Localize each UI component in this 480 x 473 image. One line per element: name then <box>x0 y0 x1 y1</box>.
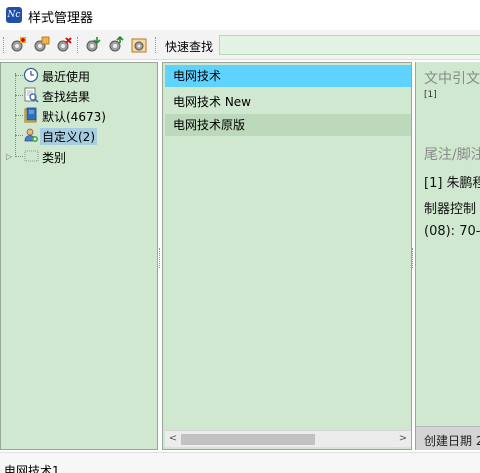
tree-item-recent[interactable]: 最近使用 <box>1 65 157 85</box>
clock-icon <box>23 67 39 83</box>
expand-arrow-icon[interactable]: ▷ <box>6 152 12 161</box>
toolbar: 快速查找 <box>0 30 480 60</box>
quick-search-input[interactable] <box>219 35 480 55</box>
delete-style-icon[interactable] <box>55 36 73 54</box>
horizontal-scrollbar[interactable]: < > <box>165 430 411 447</box>
created-date-text: 创建日期 <box>424 434 473 448</box>
new-style-icon[interactable] <box>9 36 27 54</box>
style-list-item[interactable]: 电网技术 New <box>165 91 411 113</box>
footnote-sample-line: 制器控制 <box>424 202 477 217</box>
tree-item-search-results[interactable]: 查找结果 <box>1 85 157 105</box>
tree-branch-line <box>15 95 23 96</box>
style-list-item[interactable]: 电网技术原版 <box>165 114 411 136</box>
tree-item-custom[interactable]: 自定义(2) <box>1 125 157 145</box>
status-bar: 电网技术1 <box>0 452 480 473</box>
quick-search-label: 快速查找 <box>165 40 214 54</box>
footnote-sample-line: [1] 朱鹏程 <box>424 176 480 191</box>
style-list-item[interactable]: 电网技术 <box>165 65 411 87</box>
in-text-citation-heading: 文中引文 <box>424 71 480 87</box>
tree-branch-line <box>15 135 23 136</box>
created-date-label: 创建日期 2 <box>424 432 480 449</box>
toolbar-separator <box>155 37 157 53</box>
tree-item-label: 默认(4673) <box>42 110 106 124</box>
tree-item-default[interactable]: 默认(4673) <box>1 105 157 125</box>
edit-style-icon[interactable] <box>32 36 50 54</box>
created-date-value: 2 <box>476 434 480 448</box>
user-folder-icon <box>23 127 39 143</box>
style-preview-pane: 文中引文 [1] 尾注/脚注 [1] 朱鹏程 制器控制 (08): 70- 创建… <box>415 62 480 450</box>
tree-branch-line <box>15 156 23 157</box>
note-express-icon: Nc <box>6 7 22 23</box>
style-category-tree: 最近使用 查找结果 默认(4673) 自定义(2) ▷ 类别 <box>0 62 158 450</box>
tree-branch-line <box>15 115 23 116</box>
style-settings-icon[interactable] <box>130 36 148 54</box>
export-style-icon[interactable] <box>107 36 125 54</box>
preview-footer: 创建日期 2 <box>416 426 480 450</box>
scroll-left-arrow-icon[interactable]: < <box>167 433 179 445</box>
status-text: 电网技术1 <box>4 464 60 473</box>
tree-item-label: 查找结果 <box>42 90 91 104</box>
tree-item-label: 最近使用 <box>42 70 91 84</box>
tree-item-category[interactable]: ▷ 类别 <box>1 146 157 166</box>
search-document-icon <box>23 87 39 103</box>
toolbar-grip[interactable] <box>3 37 5 53</box>
title-bar: Nc 样式管理器 <box>0 0 480 30</box>
scroll-right-arrow-icon[interactable]: > <box>397 433 409 445</box>
scrollbar-thumb[interactable] <box>181 434 315 445</box>
style-list: 电网技术 电网技术 New 电网技术原版 < > <box>162 62 412 450</box>
tree-branch-line <box>15 75 23 76</box>
footnote-heading: 尾注/脚注 <box>424 147 480 163</box>
in-text-citation-sample: [1] <box>424 90 437 100</box>
footnote-sample-line: (08): 70- <box>424 224 480 239</box>
window-title: 样式管理器 <box>28 11 94 26</box>
tree-item-label: 类别 <box>42 151 67 165</box>
import-style-icon[interactable] <box>84 36 102 54</box>
toolbar-separator <box>77 37 79 53</box>
category-icon <box>23 148 39 164</box>
folder-book-icon <box>23 107 39 123</box>
tree-item-label: 自定义(2) <box>40 128 97 145</box>
